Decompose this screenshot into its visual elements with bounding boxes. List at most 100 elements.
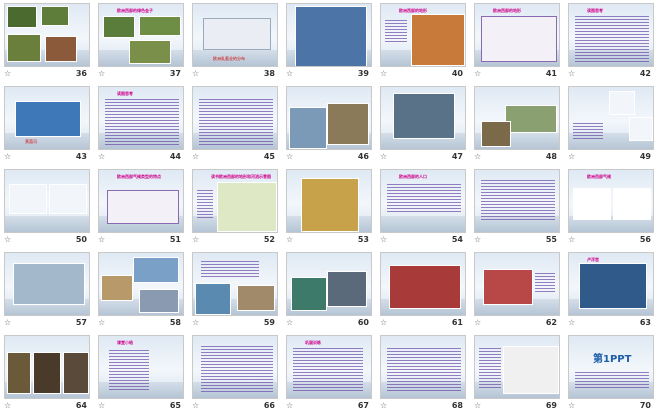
slide-thumbnail[interactable]: ☆ 61	[377, 250, 471, 332]
slide-thumbnail[interactable]: ☆ 47	[377, 84, 471, 166]
slide-preview[interactable]: 莱茵河	[4, 86, 90, 150]
slide-transition-star-icon[interactable]: ☆	[98, 317, 105, 329]
slide-thumbnail[interactable]: ☆ 53	[283, 167, 377, 249]
slide-preview[interactable]	[568, 86, 654, 150]
slide-preview[interactable]	[474, 252, 560, 316]
slide-preview[interactable]	[380, 335, 466, 399]
slide-thumbnail[interactable]: 欧洲西部气候 ☆ 56	[565, 167, 659, 249]
slide-preview[interactable]	[98, 252, 184, 316]
slide-thumbnail[interactable]: ☆ 68	[377, 333, 471, 415]
slide-thumbnail[interactable]: ☆ 46	[283, 84, 377, 166]
slide-thumbnail[interactable]: ☆ 59	[189, 250, 283, 332]
slide-transition-star-icon[interactable]: ☆	[98, 151, 105, 163]
slide-transition-star-icon[interactable]: ☆	[568, 234, 575, 246]
slide-transition-star-icon[interactable]: ☆	[98, 400, 105, 412]
slide-transition-star-icon[interactable]: ☆	[568, 151, 575, 163]
slide-preview[interactable]: 欧洲西部气候	[568, 169, 654, 233]
slide-thumbnail[interactable]: ☆ 36	[1, 1, 95, 83]
slide-transition-star-icon[interactable]: ☆	[4, 317, 11, 329]
slide-transition-star-icon[interactable]: ☆	[192, 317, 199, 329]
slide-transition-star-icon[interactable]: ☆	[568, 68, 575, 80]
slide-transition-star-icon[interactable]: ☆	[568, 400, 575, 412]
slide-preview[interactable]	[474, 169, 560, 233]
slide-transition-star-icon[interactable]: ☆	[474, 234, 481, 246]
slide-transition-star-icon[interactable]: ☆	[568, 317, 575, 329]
slide-preview[interactable]	[474, 335, 560, 399]
slide-preview[interactable]: 欧洲西部的地形	[474, 3, 560, 67]
slide-preview[interactable]: 欧洲乳畜业的分布	[192, 3, 278, 67]
slide-thumbnail[interactable]: ☆ 55	[471, 167, 565, 249]
slide-thumbnail[interactable]: 欧洲西部的地形 ☆ 41	[471, 1, 565, 83]
slide-transition-star-icon[interactable]: ☆	[4, 68, 11, 80]
slide-preview[interactable]: 课堂小结	[98, 335, 184, 399]
slide-transition-star-icon[interactable]: ☆	[380, 317, 387, 329]
slide-transition-star-icon[interactable]: ☆	[192, 234, 199, 246]
slide-thumbnail[interactable]: ☆ 48	[471, 84, 565, 166]
slide-transition-star-icon[interactable]: ☆	[380, 400, 387, 412]
slide-thumbnail[interactable]: ☆ 58	[95, 250, 189, 332]
slide-thumbnail[interactable]: ☆ 50	[1, 167, 95, 249]
slide-thumbnail[interactable]: 欧洲乳畜业的分布 ☆ 38	[189, 1, 283, 83]
slide-thumbnail[interactable]: 第1PPT ☆ 70	[565, 333, 659, 415]
slide-preview[interactable]	[192, 86, 278, 150]
slide-thumbnail[interactable]: ☆ 39	[283, 1, 377, 83]
slide-transition-star-icon[interactable]: ☆	[98, 68, 105, 80]
slide-thumbnail[interactable]: ☆ 57	[1, 250, 95, 332]
slide-thumbnail[interactable]: ☆ 66	[189, 333, 283, 415]
slide-preview[interactable]	[474, 86, 560, 150]
slide-preview[interactable]: 欧洲西部气候类型的特点	[98, 169, 184, 233]
slide-preview[interactable]	[4, 3, 90, 67]
slide-transition-star-icon[interactable]: ☆	[286, 317, 293, 329]
slide-transition-star-icon[interactable]: ☆	[474, 400, 481, 412]
slide-thumbnail[interactable]: 读图思考 ☆ 44	[95, 84, 189, 166]
slide-transition-star-icon[interactable]: ☆	[192, 151, 199, 163]
slide-preview[interactable]	[380, 252, 466, 316]
slide-preview[interactable]: 欧洲西部的地形	[380, 3, 466, 67]
slide-transition-star-icon[interactable]: ☆	[286, 234, 293, 246]
slide-thumbnail[interactable]: 课堂小结 ☆ 65	[95, 333, 189, 415]
slide-preview[interactable]	[4, 335, 90, 399]
slide-transition-star-icon[interactable]: ☆	[286, 68, 293, 80]
slide-preview[interactable]: 欧洲西部的人口	[380, 169, 466, 233]
slide-thumbnail[interactable]: ☆ 62	[471, 250, 565, 332]
slide-thumbnail[interactable]: 欧洲西部的绿色金子 ☆ 37	[95, 1, 189, 83]
slide-preview[interactable]: 读图思考	[568, 3, 654, 67]
slide-thumbnail[interactable]: ☆ 60	[283, 250, 377, 332]
slide-preview[interactable]: 巩固训练	[286, 335, 372, 399]
slide-transition-star-icon[interactable]: ☆	[474, 317, 481, 329]
slide-thumbnail[interactable]: ☆ 45	[189, 84, 283, 166]
slide-transition-star-icon[interactable]: ☆	[380, 151, 387, 163]
slide-thumbnail[interactable]: ☆ 64	[1, 333, 95, 415]
slide-preview[interactable]	[4, 252, 90, 316]
slide-transition-star-icon[interactable]: ☆	[4, 151, 11, 163]
slide-thumbnail[interactable]: 读书欧洲西部的地形和河流示意图 ☆ 52	[189, 167, 283, 249]
slide-preview[interactable]	[192, 335, 278, 399]
slide-thumbnail[interactable]: ☆ 49	[565, 84, 659, 166]
slide-preview[interactable]	[4, 169, 90, 233]
slide-preview[interactable]	[286, 86, 372, 150]
slide-transition-star-icon[interactable]: ☆	[4, 234, 11, 246]
slide-preview[interactable]	[192, 252, 278, 316]
slide-transition-star-icon[interactable]: ☆	[192, 68, 199, 80]
slide-preview[interactable]	[286, 252, 372, 316]
slide-thumbnail[interactable]: 欧洲西部的人口 ☆ 54	[377, 167, 471, 249]
slide-transition-star-icon[interactable]: ☆	[192, 400, 199, 412]
slide-transition-star-icon[interactable]: ☆	[380, 234, 387, 246]
slide-preview[interactable]	[286, 169, 372, 233]
slide-transition-star-icon[interactable]: ☆	[286, 400, 293, 412]
slide-preview[interactable]: 读图思考	[98, 86, 184, 150]
slide-transition-star-icon[interactable]: ☆	[4, 400, 11, 412]
slide-preview[interactable]	[286, 3, 372, 67]
slide-thumbnail[interactable]: 读图思考 ☆ 42	[565, 1, 659, 83]
slide-thumbnail[interactable]: 巩固训练 ☆ 67	[283, 333, 377, 415]
slide-preview[interactable]	[380, 86, 466, 150]
slide-preview[interactable]: 第1PPT	[568, 335, 654, 399]
slide-transition-star-icon[interactable]: ☆	[474, 68, 481, 80]
slide-transition-star-icon[interactable]: ☆	[380, 68, 387, 80]
slide-preview[interactable]: 欧洲西部的绿色金子	[98, 3, 184, 67]
slide-preview[interactable]: 卢浮宫	[568, 252, 654, 316]
slide-thumbnail[interactable]: 卢浮宫 ☆ 63	[565, 250, 659, 332]
slide-thumbnail[interactable]: 欧洲西部的地形 ☆ 40	[377, 1, 471, 83]
slide-thumbnail[interactable]: 莱茵河 ☆ 43	[1, 84, 95, 166]
slide-thumbnail[interactable]: ☆ 69	[471, 333, 565, 415]
